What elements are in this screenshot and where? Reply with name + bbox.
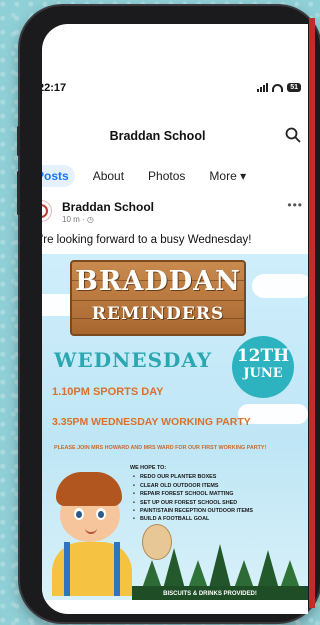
backpack-strap xyxy=(114,542,120,596)
battery-icon: 51 xyxy=(287,83,301,92)
poster-footer: BISCUITS & DRINKS PROVIDED! xyxy=(163,591,257,597)
hope-items: REDO OUR PLANTER BOXES CLEAR OLD OUTDOOR… xyxy=(130,473,253,524)
date-badge: 12TH JUNE xyxy=(232,336,294,398)
poster-invite: PLEASE JOIN MRS HOWARD AND MRS WARD FOR … xyxy=(54,445,267,451)
post-meta: 10 m · ◷ xyxy=(62,215,94,224)
list-item: CLEAR OLD OUTDOOR ITEMS xyxy=(130,482,253,491)
date-month: JUNE xyxy=(243,366,283,381)
wifi-icon xyxy=(272,83,284,92)
backpack-strap xyxy=(64,542,70,596)
boy-hair xyxy=(56,472,122,506)
list-item: REPAIR FOREST SCHOOL MATTING xyxy=(130,490,253,499)
post-header: Braddan School 10 m · ◷ ••• xyxy=(42,196,308,228)
phone-side-button xyxy=(17,126,20,156)
avatar[interactable] xyxy=(42,200,52,222)
list-item: REDO OUR PLANTER BOXES xyxy=(130,473,253,482)
profile-tabs: Posts About Photos More ▾ xyxy=(42,164,308,188)
phone-side-button xyxy=(17,171,20,215)
poster-title-line1: BRADDAN xyxy=(75,266,241,297)
post-image[interactable]: BRADDAN REMINDERS WEDNESDAY 12TH JUNE 1.… xyxy=(42,254,308,600)
list-item: BUILD A FOOTBALL GOAL xyxy=(130,515,253,524)
cloud-shape xyxy=(252,274,308,298)
tab-photos[interactable]: Photos xyxy=(142,165,191,187)
status-icons: 51 xyxy=(257,83,301,92)
tab-about[interactable]: About xyxy=(87,165,130,187)
poster-hope-list: WE HOPE TO: REDO OUR PLANTER BOXES CLEAR… xyxy=(130,464,253,524)
boy-eye xyxy=(96,508,106,520)
poster-title-line2: REMINDERS xyxy=(91,304,225,324)
post-author[interactable]: Braddan School xyxy=(62,200,154,214)
search-icon[interactable] xyxy=(285,127,301,143)
post-text: We're looking forward to a busy Wednesda… xyxy=(42,234,252,246)
date-day: 12TH xyxy=(236,346,290,366)
tab-posts[interactable]: Posts xyxy=(42,165,75,187)
poster-day: WEDNESDAY xyxy=(54,348,213,372)
wood-grain xyxy=(72,300,244,301)
list-item: PAINT/STAIN RECEPTION OUTDOOR ITEMS xyxy=(130,507,253,516)
phone-edge xyxy=(309,18,315,608)
more-horizontal-icon[interactable]: ••• xyxy=(287,198,303,212)
poster-line-sports-day: 1.10PM SPORTS DAY xyxy=(52,386,164,398)
signal-icon xyxy=(257,83,269,92)
boy-eye xyxy=(74,508,84,520)
list-item: SET UP OUR FOREST SCHOOL SHED xyxy=(130,499,253,508)
teddy-illustration xyxy=(142,524,172,560)
wooden-sign: BRADDAN REMINDERS xyxy=(70,260,246,336)
navbar: ‹ Braddan School xyxy=(42,124,308,152)
hope-heading: WE HOPE TO: xyxy=(130,465,167,471)
school-logo-icon xyxy=(42,204,48,218)
boy-illustration xyxy=(50,472,138,596)
status-time: 22:17 xyxy=(42,82,67,94)
tab-more[interactable]: More ▾ xyxy=(203,165,252,187)
poster-line-working-party: 3.35PM WEDNESDAY WORKING PARTY xyxy=(52,416,251,428)
page-title: Braddan School xyxy=(109,129,206,143)
phone-screen: 22:17 51 ‹ Braddan School Posts About Ph… xyxy=(42,24,308,614)
status-bar: 22:17 51 xyxy=(42,82,308,100)
